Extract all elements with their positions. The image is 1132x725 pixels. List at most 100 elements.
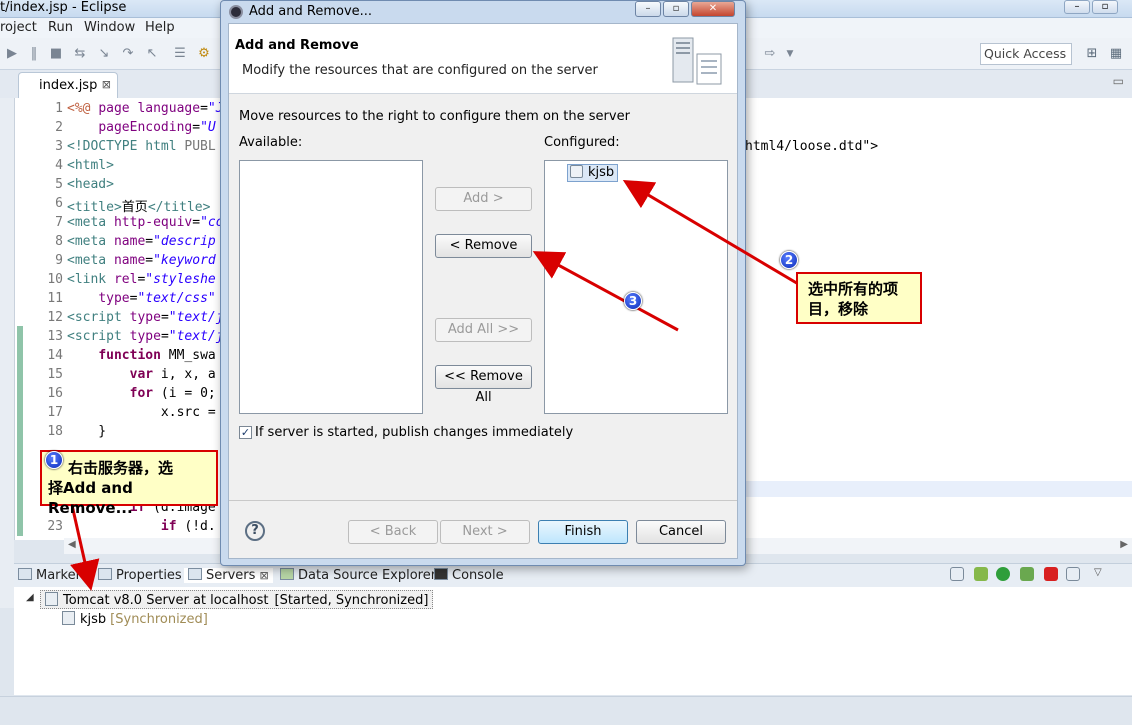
module-tree-item[interactable]: kjsb [Synchronized] xyxy=(62,611,208,627)
menu-item-run[interactable]: Run xyxy=(48,20,73,35)
code-line: <meta name="descrip xyxy=(67,234,216,249)
annotation-callout-1: 右击服务器，选 择Add and Remove... xyxy=(40,450,218,517)
properties-icon xyxy=(98,568,112,580)
dialog-header: Add and Remove Modify the resources that… xyxy=(229,24,737,94)
available-label: Available: xyxy=(239,135,303,150)
configured-label: Configured: xyxy=(544,135,620,150)
finish-button[interactable]: Finish xyxy=(538,520,628,544)
add-all-button[interactable]: Add All >> xyxy=(435,318,532,342)
remove-all-button[interactable]: << Remove All xyxy=(435,365,532,405)
configured-item-kjsb[interactable]: kjsb xyxy=(567,164,619,182)
servers-icon xyxy=(188,568,202,580)
line-number: 23 xyxy=(47,519,63,534)
line-number: 13 xyxy=(47,329,63,344)
callout-2-line1: 选中所有的项 xyxy=(808,280,899,298)
stop-server-icon[interactable] xyxy=(1044,567,1058,581)
tab-servers[interactable]: Servers ⊠ xyxy=(184,568,273,583)
line-number: 17 xyxy=(47,405,63,420)
quick-access-input[interactable]: Quick Access xyxy=(980,43,1072,65)
left-trim xyxy=(0,98,14,608)
current-line-highlight xyxy=(744,481,1132,497)
eclipse-icon xyxy=(229,5,243,19)
start-server-icon[interactable] xyxy=(996,567,1010,581)
line-number: 10 xyxy=(47,272,63,287)
next-button[interactable]: Next > xyxy=(440,520,530,544)
code-line: var i, x, a xyxy=(129,367,216,382)
line-number: 3 xyxy=(55,139,63,154)
profile-server-icon[interactable] xyxy=(1020,567,1034,581)
line-number: 8 xyxy=(55,234,63,249)
maximize-editor-icon[interactable]: ▭ xyxy=(1113,74,1124,88)
add-remove-dialog: Add and Remove... – ▫ ✕ Add and Remove M… xyxy=(220,0,746,566)
line-number: 4 xyxy=(55,158,63,173)
view-menu-icon[interactable]: ▽ xyxy=(1094,567,1108,581)
add-button[interactable]: Add > xyxy=(435,187,532,211)
suspend-icon[interactable]: ‖ xyxy=(26,46,42,62)
cancel-button[interactable]: Cancel xyxy=(636,520,726,544)
scroll-right-icon[interactable]: ▶ xyxy=(1120,539,1128,550)
maximize-icon[interactable]: ▫ xyxy=(663,1,689,17)
tab-index-jsp[interactable]: index.jsp ⊠ xyxy=(18,72,118,98)
minimize-icon[interactable]: – xyxy=(635,1,661,17)
chevron-down-icon[interactable]: ▼ xyxy=(782,46,798,62)
configured-item-label: kjsb xyxy=(588,165,615,180)
line-number: 6 xyxy=(55,196,63,211)
module-icon xyxy=(570,165,583,178)
annotation-badge-2: 2 xyxy=(780,251,798,269)
resume-icon[interactable]: ▶ xyxy=(4,46,20,62)
code-line: <!DOCTYPE html PUBL xyxy=(67,139,216,154)
java-ee-perspective-icon[interactable]: ▦ xyxy=(1108,46,1124,62)
tab-properties[interactable]: Properties xyxy=(98,568,182,583)
publish-icon[interactable] xyxy=(1066,567,1080,581)
tab-data-source-explorer[interactable]: Data Source Explorer xyxy=(280,568,436,583)
scroll-left-icon[interactable]: ◀ xyxy=(68,539,76,550)
remove-button[interactable]: < Remove xyxy=(435,234,532,258)
menu-item-window[interactable]: Window xyxy=(84,20,135,35)
server-icon xyxy=(45,592,58,606)
server-banner-icon xyxy=(672,37,722,85)
callout-1-line2: 择Add and Remove... xyxy=(48,479,133,517)
run-config-icon[interactable]: ⚙ xyxy=(196,46,212,62)
maximize-icon[interactable]: ▫ xyxy=(1092,0,1118,14)
server-tree-item[interactable]: Tomcat v8.0 Server at localhost [Started,… xyxy=(40,590,434,609)
menu-item-project[interactable]: roject xyxy=(0,20,37,35)
tree-expand-icon[interactable]: ◢ xyxy=(26,592,34,603)
line-number: 16 xyxy=(47,386,63,401)
publish-checkbox[interactable]: ✓ xyxy=(239,426,252,439)
debug-server-icon[interactable] xyxy=(974,567,988,581)
code-line: } xyxy=(67,424,107,439)
minimize-icon[interactable]: – xyxy=(1064,0,1090,14)
line-number: 9 xyxy=(55,253,63,268)
line-number: 7 xyxy=(55,215,63,230)
collapse-all-icon[interactable] xyxy=(950,567,964,581)
perspective-icon[interactable]: ⊞ xyxy=(1084,46,1100,62)
line-number: 14 xyxy=(47,348,63,363)
close-icon[interactable]: ✕ xyxy=(691,1,735,17)
tab-console[interactable]: Console xyxy=(434,568,504,583)
tab-markers[interactable]: Marker xyxy=(18,568,81,583)
code-line: for (i = 0; xyxy=(129,386,216,401)
line-number: 2 xyxy=(55,120,63,135)
line-number: 12 xyxy=(47,310,63,325)
code-line: <script type="text/j xyxy=(67,310,224,325)
available-list[interactable] xyxy=(239,160,423,414)
step-return-icon[interactable]: ↖ xyxy=(144,46,160,62)
code-line: <html> xyxy=(67,158,114,173)
close-icon[interactable]: ⊠ xyxy=(102,78,111,91)
code-line: <meta name="keyword xyxy=(67,253,216,268)
toggle-comment-icon[interactable]: ☰ xyxy=(172,46,188,62)
terminate-icon[interactable]: ■ xyxy=(48,46,64,62)
back-button[interactable]: < Back xyxy=(348,520,438,544)
help-icon[interactable]: ? xyxy=(245,521,265,541)
configured-list[interactable]: kjsb xyxy=(544,160,728,414)
server-status: [Started, Synchronized] xyxy=(274,593,429,608)
line-number: 18 xyxy=(47,424,63,439)
status-bar xyxy=(0,696,1132,725)
annotation-callout-2: 选中所有的项 目，移除 xyxy=(796,272,922,324)
step-into-icon[interactable]: ↘ xyxy=(96,46,112,62)
disconnect-icon[interactable]: ⇆ xyxy=(72,46,88,62)
menu-item-help[interactable]: Help xyxy=(145,20,175,35)
window-title: t/index.jsp - Eclipse xyxy=(0,0,127,15)
step-over-icon[interactable]: ↷ xyxy=(120,46,136,62)
forward-icon[interactable]: ⇨ xyxy=(762,46,778,62)
